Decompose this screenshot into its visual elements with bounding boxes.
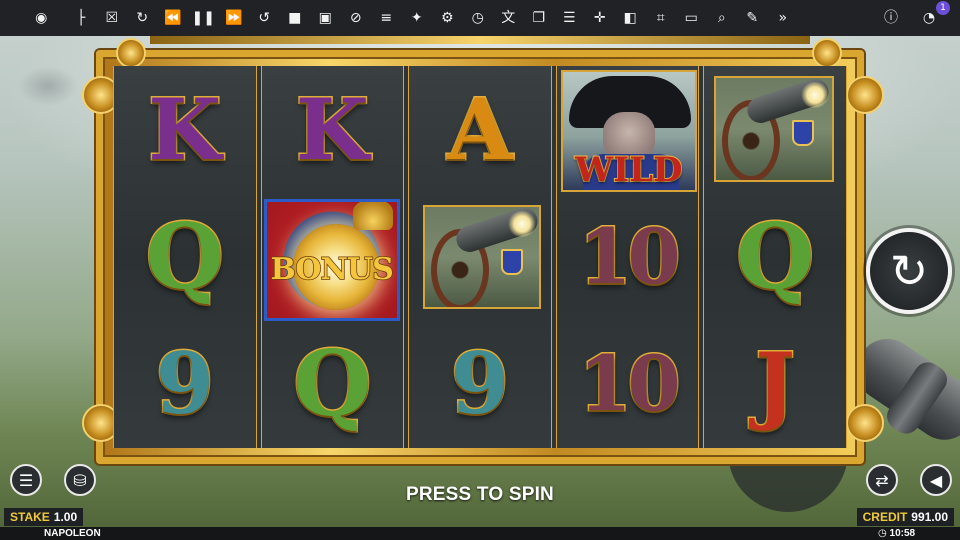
symbol-9: 9 — [154, 334, 215, 434]
symbol-10: 10 — [577, 339, 682, 429]
refresh-icon[interactable]: ↻ — [127, 0, 158, 36]
clock-icon: ◷ — [878, 528, 890, 539]
reel-cell — [704, 66, 846, 193]
frame-ornament — [116, 38, 146, 68]
spin-arrow-icon: ↻ — [889, 244, 929, 298]
pause-icon[interactable]: ❚❚ — [188, 0, 219, 36]
reel-cell: J — [704, 321, 846, 448]
reel-2: K BONUS Q — [260, 66, 405, 448]
frame-ornament — [812, 38, 842, 68]
list-icon[interactable]: ☰ — [554, 0, 585, 36]
playlist-icon[interactable]: ≡ — [371, 0, 402, 36]
reel-1: K Q 9 — [113, 66, 257, 448]
search-icon[interactable]: ⌕ — [707, 0, 738, 36]
cannon-symbol — [423, 205, 542, 310]
stopwatch-icon[interactable]: ◷ — [463, 0, 494, 36]
skip-icon[interactable]: » — [768, 0, 799, 36]
rewind-icon[interactable]: ⏪ — [158, 0, 189, 36]
replay-icon[interactable]: ↺ — [249, 0, 280, 36]
reel-cell: Q — [704, 193, 846, 320]
reel-cell: A — [409, 66, 551, 193]
reel-4: WILD 10 10 — [555, 66, 700, 448]
symbol-q: Q — [734, 203, 815, 310]
reel-cell: Q — [114, 193, 256, 320]
trash-icon[interactable]: ☒ — [97, 0, 128, 36]
symbol-q: Q — [292, 331, 373, 438]
move-icon[interactable]: ✛ — [585, 0, 616, 36]
reel-cell: 9 — [114, 321, 256, 448]
reel-cell: BONUS — [262, 193, 404, 322]
reel-cell: 10 — [557, 321, 699, 448]
credit-value: 991.00 — [911, 510, 948, 524]
bonus-label: BONUS — [270, 252, 395, 289]
symbol-9: 9 — [449, 334, 510, 434]
wild-label: WILD — [574, 149, 683, 190]
gamepad-icon[interactable]: ✦ — [402, 0, 433, 36]
toolbar-center-group: ├ ☒ ↻ ⏪ ❚❚ ⏩ ↺ ■ ▣ ⊘ ≡ ✦ ⚙ ◷ 文 ❐ ☰ ✛ ◧ ⌗… — [66, 0, 798, 36]
background-horseman — [18, 66, 78, 106]
symbol-k: K — [294, 79, 370, 179]
reel-cell: Q — [262, 321, 404, 448]
symbol-10: 10 — [577, 211, 682, 301]
reel-cell: WILD — [557, 66, 699, 193]
shield-icon — [792, 120, 815, 146]
reel-5: Q J — [703, 66, 847, 448]
spin-button[interactable]: ↻ — [866, 228, 952, 314]
muzzle-flash-icon — [800, 82, 831, 108]
credit-display: CREDIT 991.00 — [856, 508, 954, 526]
stake-value: 1.00 — [53, 510, 78, 524]
game-logo-strip — [150, 36, 810, 44]
reel-cell: 10 — [557, 193, 699, 320]
edit-icon[interactable]: ✎ — [737, 0, 768, 36]
eye-off-icon[interactable]: ◉ — [26, 0, 57, 36]
shield-icon — [501, 249, 524, 276]
copy-icon[interactable]: ❐ — [524, 0, 555, 36]
bonus-symbol: BONUS — [263, 199, 400, 322]
notification-badge: 1 — [936, 1, 950, 15]
tree-icon[interactable]: ├ — [66, 0, 97, 36]
emulator-toolbar: ◉ ├ ☒ ↻ ⏪ ❚❚ ⏩ ↺ ■ ▣ ⊘ ≡ ✦ ⚙ ◷ 文 ❐ ☰ ✛ ◧… — [0, 0, 960, 36]
game-name: NAPOLEON — [44, 528, 101, 539]
crop-icon[interactable]: ⌗ — [646, 0, 677, 36]
press-to-spin-text[interactable]: PRESS TO SPIN — [0, 484, 960, 506]
symbol-a: A — [446, 79, 514, 179]
stop-icon[interactable]: ■ — [280, 0, 311, 36]
muzzle-flash-icon — [507, 211, 538, 238]
symbol-j: J — [754, 334, 797, 434]
translate-icon[interactable]: 文 — [493, 0, 524, 36]
reel-cell: K — [114, 66, 256, 193]
movie-icon[interactable]: ▣ — [310, 0, 341, 36]
fast-forward-icon[interactable]: ⏩ — [219, 0, 250, 36]
frame-ornament — [846, 76, 884, 114]
reel-cell: 9 — [409, 321, 551, 448]
wild-symbol: WILD — [560, 70, 697, 192]
status-bar: NAPOLEON ◷ 10:58 — [0, 527, 960, 540]
clock: ◷ 10:58 — [878, 527, 915, 540]
reel-3: A 9 — [408, 66, 552, 448]
stake-label: STAKE — [10, 510, 50, 524]
settings-timer-icon[interactable]: ⚙ — [432, 0, 463, 36]
speed-icon[interactable]: ◔ 1 — [910, 0, 950, 36]
cannon-symbol — [714, 76, 835, 182]
reel-cell: K — [262, 66, 404, 193]
reel-cell — [409, 193, 551, 320]
ad-block-icon[interactable]: ⊘ — [341, 0, 372, 36]
symbol-k: K — [147, 79, 223, 179]
crown-icon — [352, 202, 393, 231]
reel-grid: K Q 9 K BONUS Q A 9 WILD 10 10 Q J — [113, 66, 847, 448]
frame-ornament — [846, 404, 884, 442]
flip-icon[interactable]: ◧ — [615, 0, 646, 36]
stake-display: STAKE 1.00 — [4, 508, 84, 526]
info-icon[interactable]: ⓘ — [872, 0, 910, 36]
terminal-icon[interactable]: ▭ — [676, 0, 707, 36]
credit-label: CREDIT — [862, 510, 908, 524]
symbol-q: Q — [144, 203, 225, 310]
clock-time: 10:58 — [889, 528, 916, 539]
